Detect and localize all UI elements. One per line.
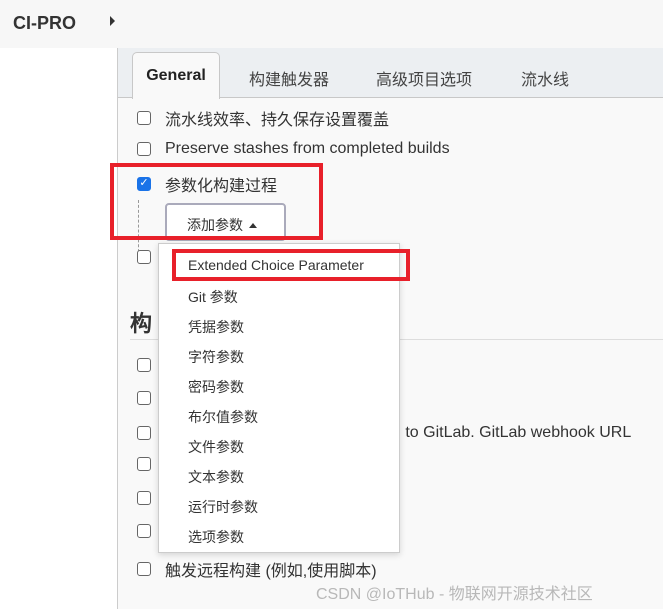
checkbox[interactable]: [137, 391, 151, 405]
menu-item-text[interactable]: 文本参数: [188, 467, 244, 487]
option-pipeline-durability[interactable]: 流水线效率、持久保存设置覆盖: [137, 106, 389, 130]
checkbox[interactable]: [137, 562, 151, 576]
menu-item-boolean[interactable]: 布尔值参数: [188, 407, 258, 427]
top-bar: CI-PRO: [0, 0, 663, 48]
option-label: 流水线效率、持久保存设置覆盖: [165, 112, 390, 129]
add-parameter-menu: Extended Choice Parameter Git 参数 凭据参数 字符…: [158, 243, 400, 553]
checkbox[interactable]: [137, 111, 151, 125]
option-label: d to GitLab. GitLab webhook URL: [392, 424, 632, 441]
tab-bar: General 构建触发器 高级项目选项 流水线: [118, 48, 663, 99]
menu-item-password[interactable]: 密码参数: [188, 377, 244, 397]
trigger-option-remote[interactable]: 触发远程构建 (例如,使用脚本): [137, 557, 377, 581]
highlight-box: [172, 249, 410, 281]
breadcrumb-project[interactable]: CI-PRO: [13, 13, 76, 34]
checkbox[interactable]: [137, 524, 151, 538]
checkbox[interactable]: [137, 491, 151, 505]
checkbox[interactable]: [137, 358, 151, 372]
option-label: Preserve stashes from completed builds: [165, 140, 450, 157]
checkbox[interactable]: [137, 250, 151, 264]
menu-item-credentials[interactable]: 凭据参数: [188, 317, 244, 337]
option-preserve-stashes[interactable]: Preserve stashes from completed builds: [137, 140, 450, 158]
caret-right-icon[interactable]: [110, 16, 115, 26]
option-label: 触发远程构建 (例如,使用脚本): [165, 563, 377, 580]
tab-build-triggers[interactable]: 构建触发器: [249, 66, 329, 90]
tab-advanced-options[interactable]: 高级项目选项: [376, 66, 472, 90]
highlight-box: [110, 163, 323, 240]
watermark: CSDN @IoTHub - 物联网开源技术社区: [316, 586, 593, 603]
checkbox[interactable]: [137, 142, 151, 156]
section-heading-triggers: 构: [130, 311, 153, 336]
tab-general[interactable]: General: [132, 52, 220, 99]
tab-pipeline[interactable]: 流水线: [521, 66, 569, 90]
checkbox[interactable]: [137, 457, 151, 471]
menu-item-file[interactable]: 文件参数: [188, 437, 244, 457]
menu-item-string[interactable]: 字符参数: [188, 347, 244, 367]
menu-item-git[interactable]: Git 参数: [188, 287, 238, 307]
menu-item-run[interactable]: 运行时参数: [188, 497, 258, 517]
checkbox[interactable]: [137, 426, 151, 440]
menu-item-choice[interactable]: 选项参数: [188, 527, 244, 547]
